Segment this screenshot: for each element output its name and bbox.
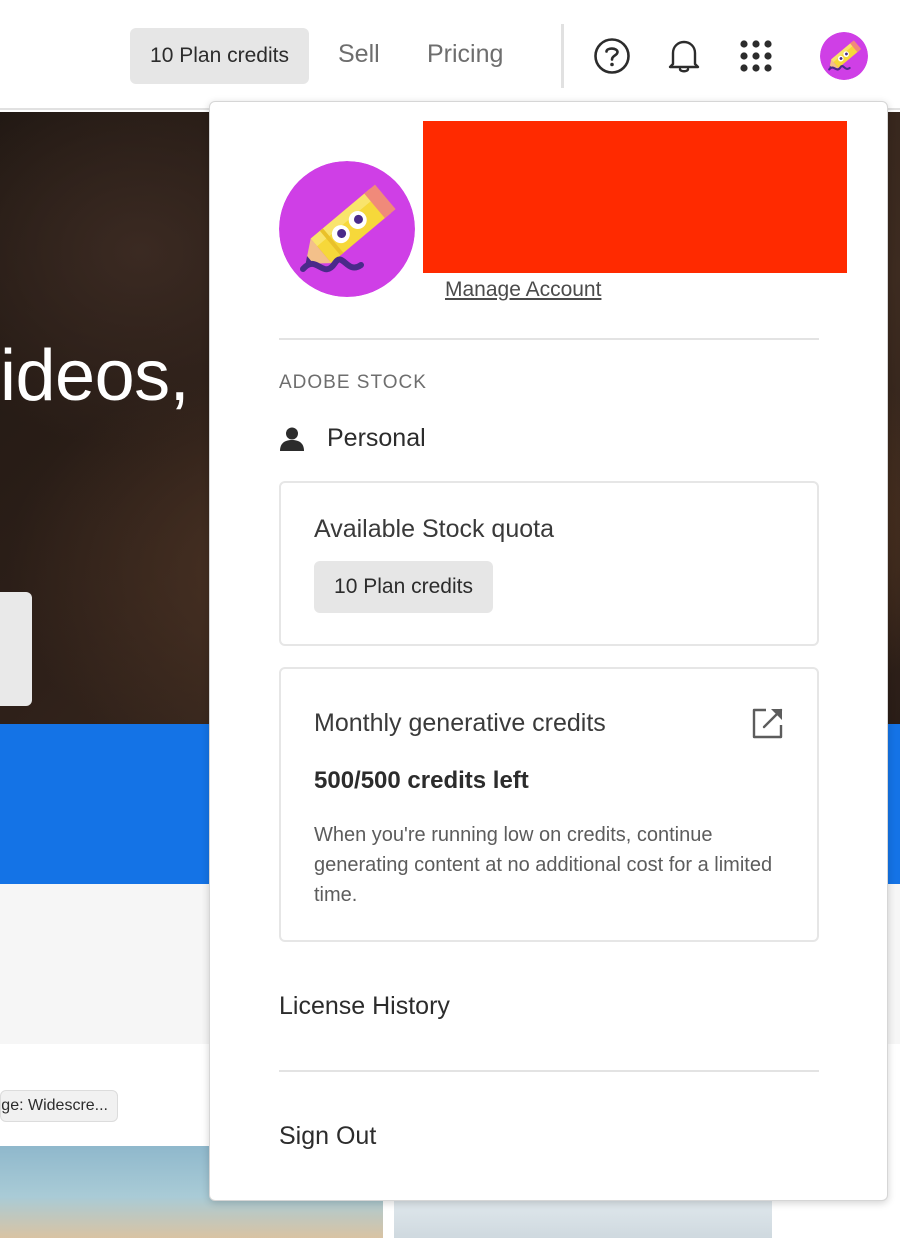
account-menu-panel: Manage Account ADOBE STOCK Personal Avai… [209,101,888,1201]
generative-credits-card: Monthly generative credits 500/500 credi… [279,667,819,942]
profile-label: Personal [327,424,426,452]
person-icon [279,426,305,452]
top-header: 10 Plan credits Sell Pricing [0,0,900,110]
redacted-user-info [423,121,847,273]
section-label: ADOBE STOCK [279,372,427,393]
sign-out-link[interactable]: Sign Out [279,1122,376,1151]
divider [279,338,819,340]
nav-sell-link[interactable]: Sell [338,40,380,69]
nav-divider [561,24,564,88]
quota-credits-badge: 10 Plan credits [314,561,493,613]
external-link-icon[interactable] [750,705,786,741]
quota-title: Available Stock quota [314,515,554,543]
credits-left-count: 500/500 credits left [314,767,529,794]
manage-account-link[interactable]: Manage Account [445,278,601,302]
divider [279,1070,819,1072]
bell-icon[interactable] [664,36,704,76]
nav-pricing-link[interactable]: Pricing [427,40,503,69]
stock-quota-card: Available Stock quota 10 Plan credits [279,481,819,646]
hero-search-box[interactable] [0,592,32,706]
apps-grid-icon[interactable] [736,36,776,76]
hero-heading: ideos, [0,336,190,416]
generative-credits-title: Monthly generative credits [314,709,606,737]
profile-selector[interactable]: Personal [279,424,426,453]
plan-credits-button[interactable]: 10 Plan credits [130,28,309,84]
profile-avatar [279,161,415,297]
credits-description: When you're running low on credits, cont… [314,824,773,906]
license-history-link[interactable]: License History [279,992,450,1021]
filter-chip[interactable]: ge: Widescre... [0,1090,118,1122]
avatar[interactable] [820,32,868,80]
help-icon[interactable] [592,36,632,76]
